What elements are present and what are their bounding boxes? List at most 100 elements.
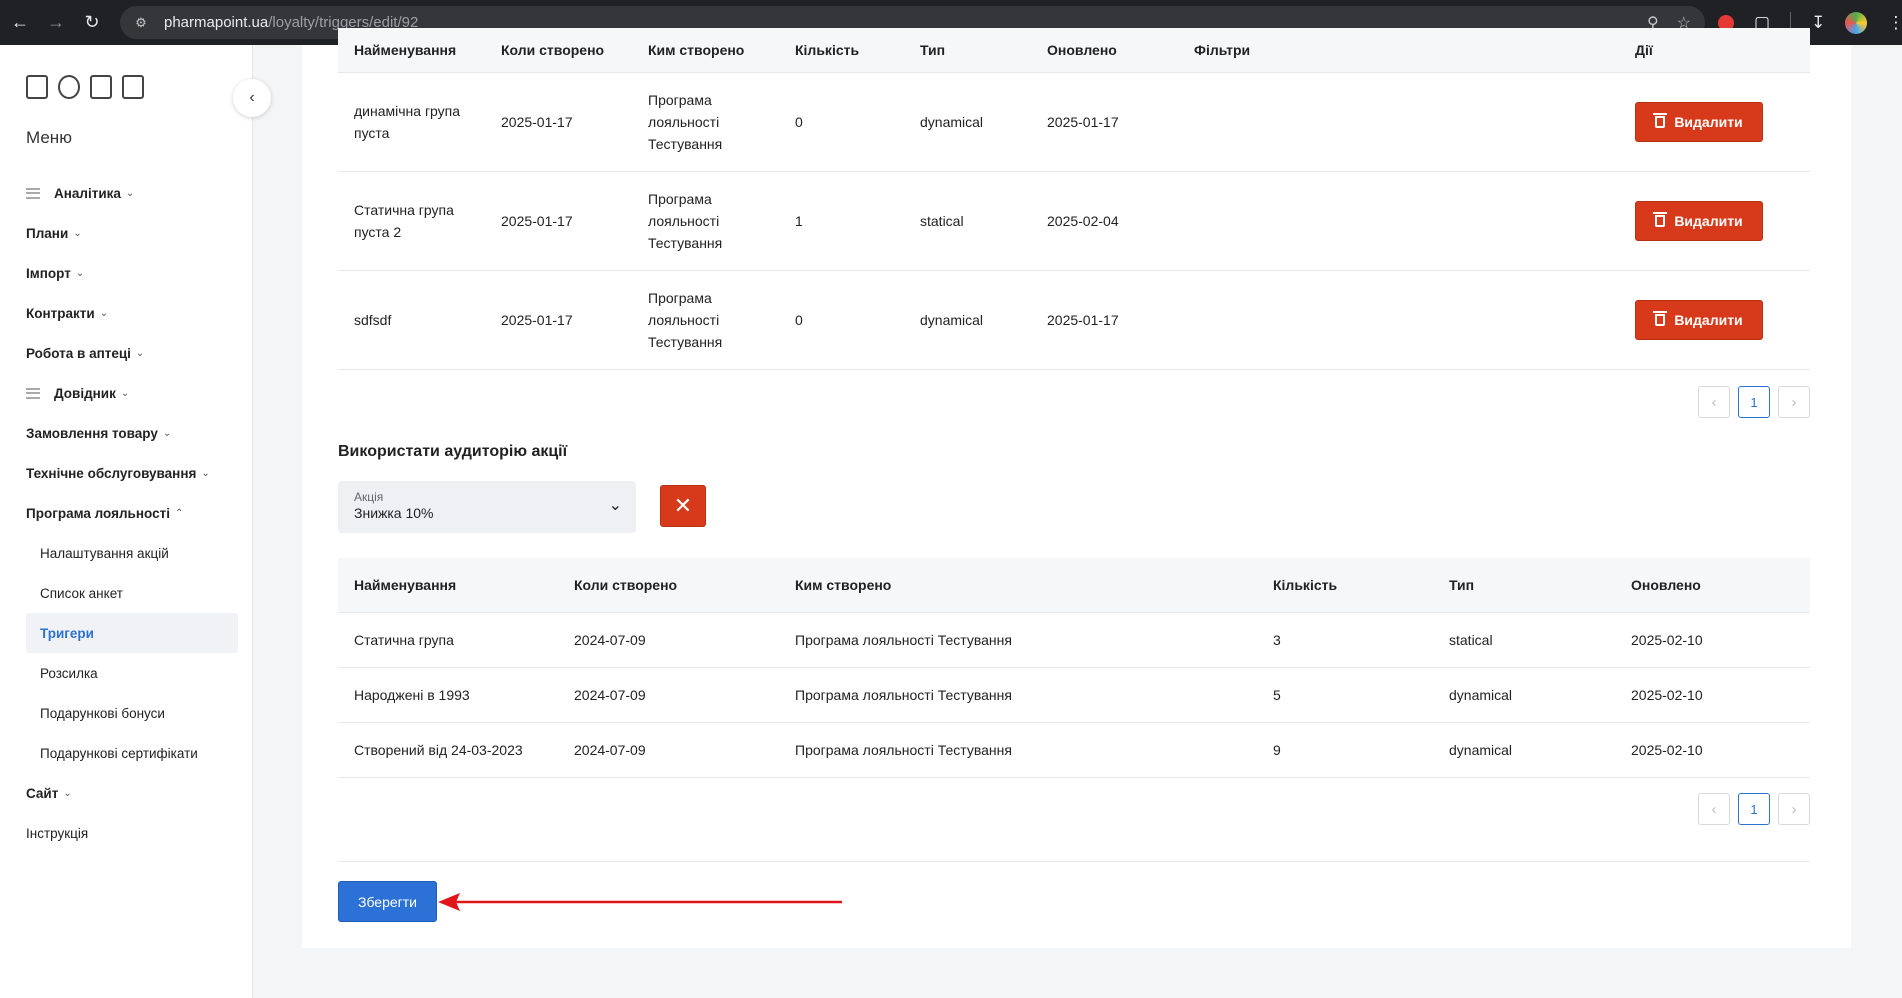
sidebar-item-plans[interactable]: Плани ⌄	[26, 213, 238, 253]
delete-button[interactable]: Видалити	[1635, 102, 1763, 142]
chevron-down-icon: ⌄	[73, 227, 82, 239]
type: dynamical	[1449, 742, 1513, 758]
type: statical	[920, 213, 964, 229]
promo-select-label: Акція	[354, 490, 384, 504]
updated-date: 2025-02-10	[1631, 687, 1703, 703]
created-date: 2025-01-17	[501, 213, 573, 229]
chevron-down-icon: ⌄	[125, 187, 135, 199]
sidebar-item-label: Технічне обслуговування	[26, 465, 197, 481]
group-name: динамічна група пуста	[354, 103, 461, 141]
count: 0	[795, 312, 803, 328]
promo-select[interactable]: Акція Знижка 10% ⌄	[338, 481, 636, 533]
page-number-button[interactable]: 1	[1738, 386, 1770, 418]
site-info-icon[interactable]: ⚙	[132, 14, 150, 32]
download-icon[interactable]: ↧	[1811, 13, 1825, 33]
delete-button[interactable]: Видалити	[1635, 300, 1763, 340]
author: Програма лояльності Тестування	[795, 742, 1012, 758]
column-header: Фільтри	[1194, 42, 1251, 58]
chevron-left-icon: ‹	[1711, 800, 1717, 818]
column-header: Ким створено	[648, 42, 745, 58]
author: Програма лояльності Тестування	[795, 687, 1012, 703]
type: dynamical	[1449, 687, 1513, 703]
author: Програма лояльності Тестування	[795, 632, 1012, 648]
more-menu-icon[interactable]: ⋮	[1887, 13, 1902, 33]
sidebar-item-instructions[interactable]: Інструкція	[26, 813, 238, 853]
column-header: Дії	[1635, 42, 1653, 58]
column-header: Найменування	[354, 42, 457, 58]
sidebar-item-label: Програма лояльності	[26, 505, 170, 521]
sidebar-subitem-surveys[interactable]: Список анкет	[26, 573, 238, 613]
url-host: pharmapoint.ua	[164, 14, 269, 31]
promo-select-value: Знижка 10%	[354, 505, 434, 521]
book-icon[interactable]	[122, 75, 144, 99]
table-header-row: Найменування Коли створено Ким створено …	[338, 558, 1810, 613]
collapse-sidebar-button[interactable]: ‹	[233, 79, 271, 117]
page-number-button[interactable]: 1	[1738, 793, 1770, 825]
sidebar-item-orders[interactable]: Замовлення товару ⌄	[26, 413, 238, 453]
pie-chart-icon[interactable]	[58, 75, 80, 99]
sidebar-item-maintenance[interactable]: Технічне обслуговування ⌄	[26, 453, 238, 493]
groups-pagination: ‹ 1 ›	[1698, 386, 1810, 418]
delete-label: Видалити	[1674, 213, 1743, 229]
count: 5	[1273, 687, 1281, 703]
sidebar-item-label: Контракти	[26, 305, 95, 321]
calendar-icon[interactable]	[26, 75, 48, 99]
chevron-up-icon: ⌃	[174, 507, 184, 519]
sidebar-item-label: Плани	[26, 225, 69, 241]
chevron-left-icon: ‹	[1711, 393, 1717, 411]
sidebar-subitem-promo-settings[interactable]: Налаштування акцій	[26, 533, 238, 573]
next-page-button[interactable]: ›	[1778, 793, 1810, 825]
sidebar-item-label: Довідник	[54, 385, 116, 401]
menu-title: Меню	[26, 128, 72, 147]
sidebar-item-import[interactable]: Імпорт ⌄	[26, 253, 238, 293]
next-page-button[interactable]: ›	[1778, 386, 1810, 418]
chevron-down-icon: ⌄	[135, 347, 145, 359]
table-row: sdfsdf 2025-01-17 Програма лояльності Те…	[338, 271, 1810, 370]
chevron-down-icon: ⌄	[63, 787, 72, 799]
back-icon[interactable]: ←	[2, 5, 38, 41]
forward-icon[interactable]: →	[38, 5, 74, 41]
sidebar-item-label: Робота в аптеці	[26, 345, 131, 361]
group-name: sdfsdf	[354, 312, 392, 328]
prev-page-button[interactable]: ‹	[1698, 386, 1730, 418]
close-icon: ✕	[673, 493, 693, 518]
prev-page-button[interactable]: ‹	[1698, 793, 1730, 825]
sidebar-item-directory[interactable]: Довідник ⌄	[26, 373, 238, 413]
chevron-down-icon: ⌄	[120, 387, 130, 399]
sidebar-item-loyalty[interactable]: Програма лояльності ⌃	[26, 493, 238, 533]
group-name: Створений від 24-03-2023	[354, 742, 523, 758]
author: Програма лояльності Тестування	[648, 191, 723, 251]
chevron-right-icon: ›	[1791, 800, 1797, 818]
profile-avatar[interactable]	[1845, 11, 1868, 34]
sidebar-subitem-gift-certificates[interactable]: Подарункові сертифікати	[26, 733, 238, 773]
sidebar-subitem-mailing[interactable]: Розсилка	[26, 653, 238, 693]
group-name: Народжені в 1993	[354, 687, 470, 703]
type: statical	[1449, 632, 1493, 648]
clear-promo-button[interactable]: ✕	[660, 485, 706, 527]
chevron-right-icon: ›	[1791, 393, 1797, 411]
count: 3	[1273, 632, 1281, 648]
delete-button[interactable]: Видалити	[1635, 201, 1763, 241]
updated-date: 2025-02-10	[1631, 632, 1703, 648]
reload-icon[interactable]: ↻	[74, 5, 110, 41]
updated-date: 2025-02-10	[1631, 742, 1703, 758]
count: 0	[795, 114, 803, 130]
sidebar-item-label: Аналітика	[54, 185, 121, 201]
chevron-down-icon: ⌄	[201, 467, 210, 479]
group-name: Статична група пуста 2	[354, 202, 454, 240]
table-row: динамічна група пуста 2025-01-17 Програм…	[338, 73, 1810, 172]
document-icon[interactable]	[90, 75, 112, 99]
audience-pagination: ‹ 1 ›	[1698, 793, 1810, 825]
group-name: Статична група	[354, 632, 454, 648]
sidebar-item-label: Імпорт	[26, 265, 71, 281]
table-row: Статична група 2024-07-09 Програма лояль…	[338, 613, 1810, 668]
sidebar-item-label: Замовлення товару	[26, 425, 158, 441]
sidebar-item-pharmacy-work[interactable]: Робота в аптеці ⌄	[26, 333, 238, 373]
sidebar-subitem-triggers[interactable]: Тригери	[26, 613, 238, 653]
sidebar-item-analytics[interactable]: Аналітика ⌄	[26, 173, 238, 213]
sidebar-item-contracts[interactable]: Контракти ⌄	[26, 293, 238, 333]
sidebar-subitem-gift-bonuses[interactable]: Подарункові бонуси	[26, 693, 238, 733]
trash-icon	[1653, 113, 1668, 128]
save-button[interactable]: Зберегти	[338, 881, 437, 922]
sidebar-item-site[interactable]: Сайт ⌄	[26, 773, 238, 813]
